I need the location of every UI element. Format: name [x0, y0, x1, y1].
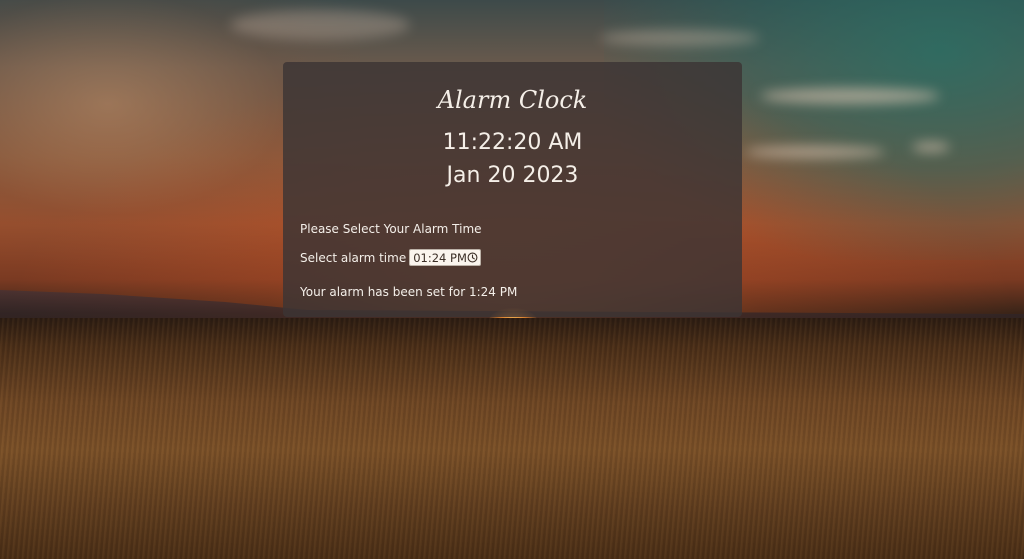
background-scene: Alarm Clock 11:22:20 AM Jan 20 2023 Plea… — [0, 0, 1024, 559]
clock-icon[interactable] — [467, 252, 478, 263]
alarm-time-value: 01:24 PM — [413, 250, 467, 265]
alarm-time-input[interactable]: 01:24 PM — [409, 249, 482, 266]
alarm-prompt: Please Select Your Alarm Time — [300, 222, 482, 236]
current-time: 11:22:20 AM — [442, 130, 583, 155]
cloud-streak — [760, 88, 940, 104]
alarm-time-row: Select alarm time 01:24 PM — [300, 249, 482, 266]
alarm-panel: Alarm Clock 11:22:20 AM Jan 20 2023 Plea… — [283, 62, 742, 317]
alarm-time-label: Select alarm time — [300, 250, 407, 265]
cloud-streak — [600, 30, 760, 46]
cloud-streak — [912, 142, 950, 152]
current-date: Jan 20 2023 — [446, 163, 579, 188]
wheat-field — [0, 318, 1024, 559]
app-title: Alarm Clock — [437, 86, 588, 114]
alarm-status: Your alarm has been set for 1:24 PM — [300, 285, 518, 299]
cloud-streak — [745, 146, 885, 158]
cloud-streak — [230, 10, 410, 40]
